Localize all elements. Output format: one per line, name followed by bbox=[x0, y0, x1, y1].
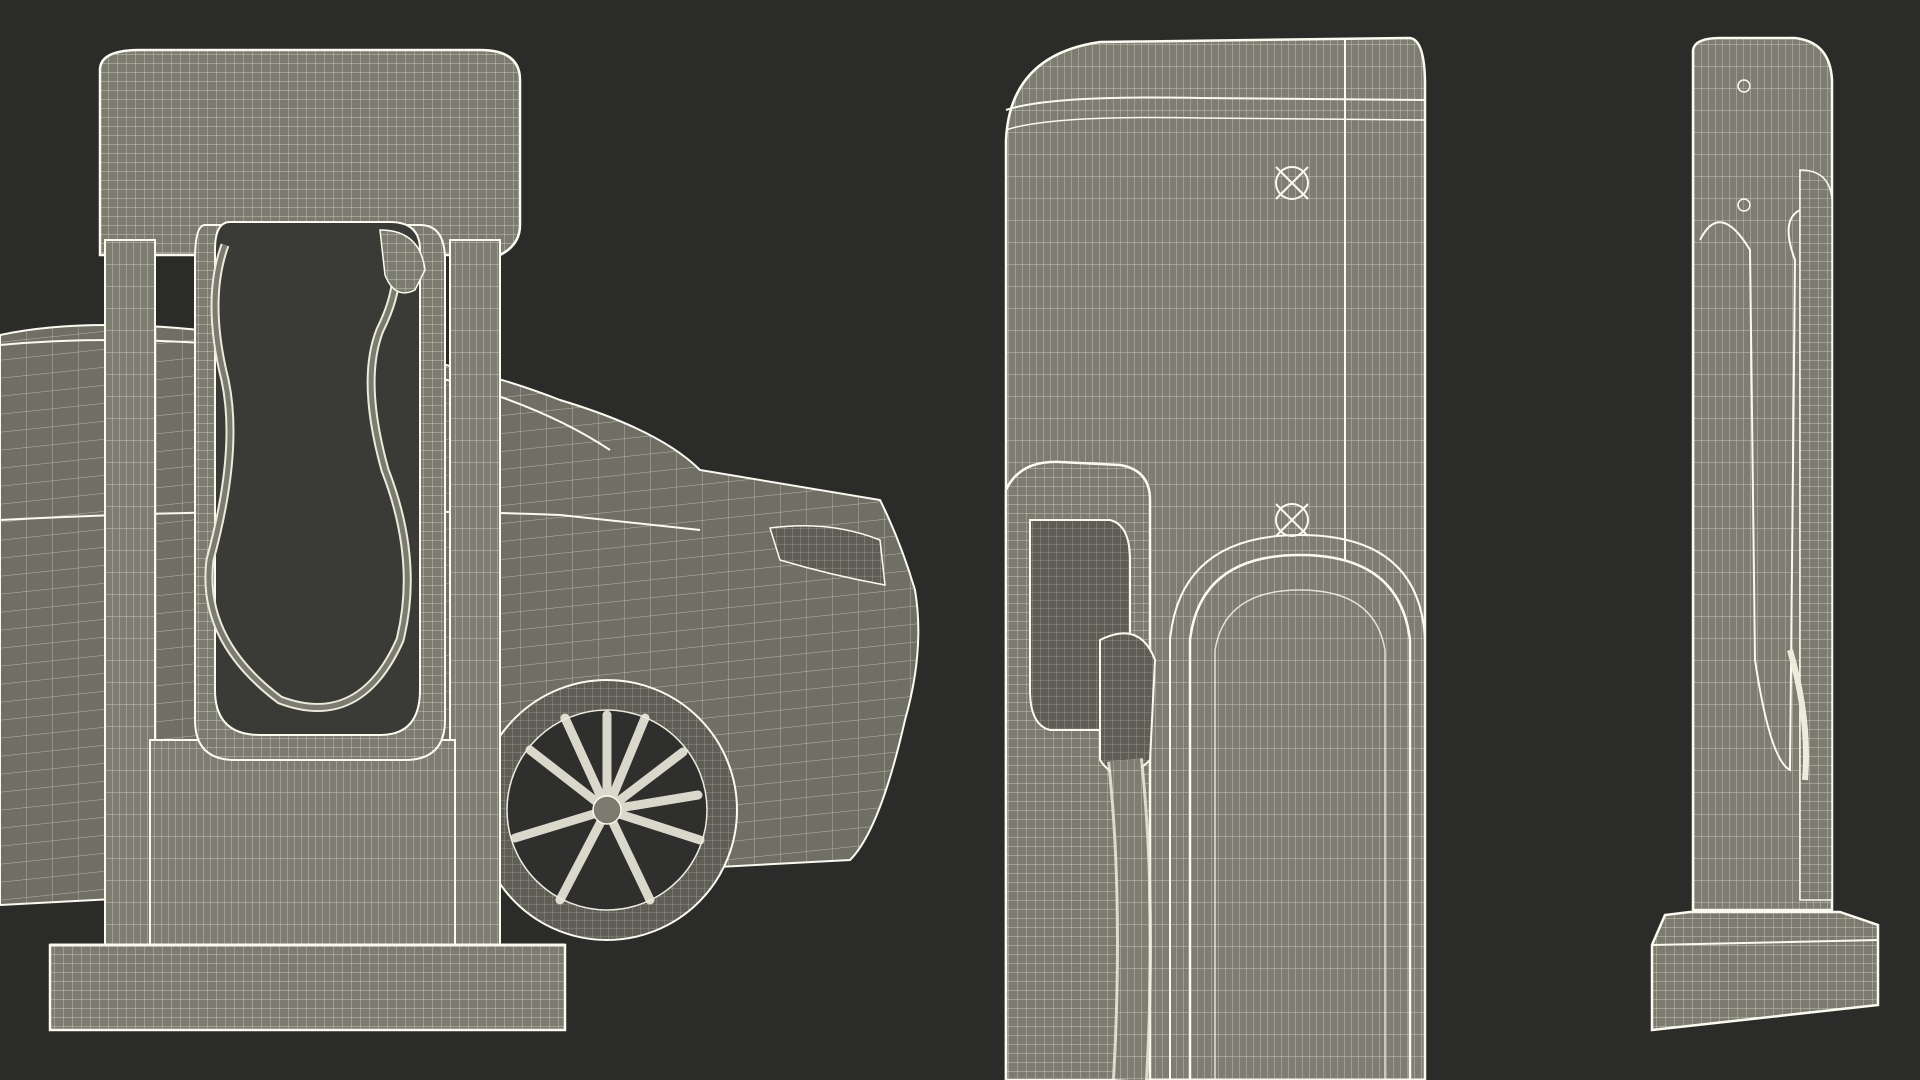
charger-front-with-car bbox=[0, 48, 920, 1032]
charger-side bbox=[1650, 36, 1880, 1032]
charger-three-quarter-closeup bbox=[1004, 36, 1427, 1080]
car-wheel bbox=[476, 679, 738, 941]
wireframe-render-scene bbox=[0, 36, 1880, 1080]
charger-front bbox=[48, 48, 567, 1032]
